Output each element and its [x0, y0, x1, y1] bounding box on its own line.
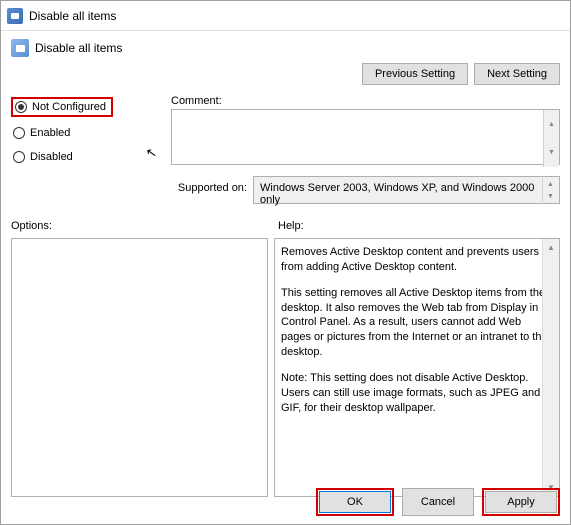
titlebar: Disable all items    [1, 1, 570, 31]
radio-enabled[interactable]: Enabled [11, 125, 161, 141]
subheader-title: Disable all items [35, 41, 122, 55]
panels: Removes Active Desktop content and preve… [11, 238, 560, 497]
window-buttons:    [435, 1, 570, 30]
help-panel: Removes Active Desktop content and preve… [274, 238, 560, 497]
ok-highlight: OK [316, 488, 394, 516]
radio-not-configured[interactable]: Not Configured [11, 97, 113, 117]
options-panel [11, 238, 268, 497]
scroll-up-icon: ▲ [542, 178, 558, 190]
supported-scrollbar[interactable]: ▲ ▼ [542, 178, 558, 202]
maximize-button[interactable]:  [480, 1, 525, 30]
subheader: Disable all items [11, 39, 560, 57]
help-label: Help: [278, 220, 304, 232]
radio-icon [13, 151, 25, 163]
help-paragraph: This setting removes all Active Desktop … [281, 286, 551, 360]
radio-icon [13, 127, 25, 139]
state-column: Not Configured Enabled Disabled [11, 95, 161, 204]
radio-label: Not Configured [32, 101, 106, 113]
help-text: Removes Active Desktop content and preve… [275, 239, 559, 432]
scroll-up-icon: ▲ [543, 239, 559, 256]
scroll-down-icon: ▼ [542, 190, 558, 202]
radio-label: Disabled [30, 151, 73, 163]
policy-small-icon [11, 39, 29, 57]
previous-setting-button[interactable]: Previous Setting [362, 63, 468, 85]
radio-label: Enabled [30, 127, 70, 139]
options-label: Options: [11, 220, 268, 232]
ok-button[interactable]: OK [319, 491, 391, 513]
comment-textarea[interactable] [171, 109, 560, 165]
dialog-body: Disable all items Previous Setting Next … [1, 31, 570, 497]
supported-row: Supported on: Windows Server 2003, Windo… [171, 176, 560, 204]
footer-buttons: OK Cancel Apply [316, 488, 560, 516]
supported-value: Windows Server 2003, Windows XP, and Win… [260, 182, 534, 206]
policy-icon [7, 8, 23, 24]
section-titles: Options: Help: [11, 220, 560, 232]
nav-row: Previous Setting Next Setting [11, 63, 560, 85]
supported-label: Supported on: [171, 176, 247, 194]
minimize-button[interactable]:  [435, 1, 480, 30]
scroll-down-icon: ▼ [543, 139, 559, 168]
detail-column: Comment: ▲ ▼ Supported on: Windows Serve… [171, 95, 560, 204]
radio-icon [15, 101, 27, 113]
comment-scrollbar[interactable]: ▲ ▼ [543, 110, 559, 167]
scroll-up-icon: ▲ [543, 110, 559, 139]
help-paragraph: Note: This setting does not disable Acti… [281, 371, 551, 416]
help-paragraph: Removes Active Desktop content and preve… [281, 245, 551, 275]
main-row: Not Configured Enabled Disabled Comment: [11, 95, 560, 204]
next-setting-button[interactable]: Next Setting [474, 63, 560, 85]
state-radio-group: Not Configured Enabled Disabled [11, 97, 161, 165]
apply-highlight: Apply [482, 488, 560, 516]
close-button[interactable]:  [525, 1, 570, 30]
comment-label: Comment: [171, 95, 560, 107]
supported-field: Windows Server 2003, Windows XP, and Win… [253, 176, 560, 204]
help-scrollbar[interactable]: ▲ ▼ [542, 239, 559, 496]
radio-disabled[interactable]: Disabled [11, 149, 161, 165]
apply-button[interactable]: Apply [485, 491, 557, 513]
window-title: Disable all items [29, 9, 435, 23]
dialog-window: Disable all items    Disable all item… [0, 0, 571, 525]
cancel-button[interactable]: Cancel [402, 488, 474, 516]
